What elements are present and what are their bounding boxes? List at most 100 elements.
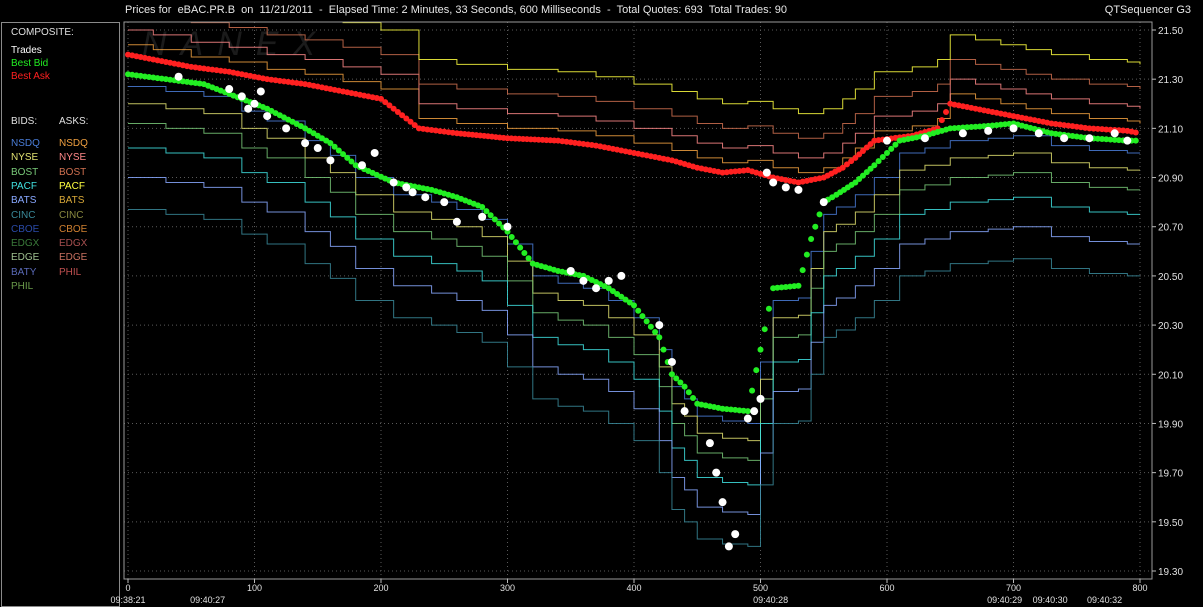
price-chart: NANEX 19.30 19.50 19.70 19.90 20.10 20.30 20.5… xyxy=(110,21,1183,605)
trade-point xyxy=(440,198,449,207)
x-tick-label: 100 xyxy=(247,583,262,593)
bid-point xyxy=(681,383,688,390)
x-tick-label: 0 xyxy=(125,583,130,593)
trade-point xyxy=(1009,124,1018,133)
trade-point xyxy=(579,276,588,285)
y-tick-label: 21.10 xyxy=(1158,124,1183,135)
series-best-bid xyxy=(125,71,1139,415)
bid-point xyxy=(508,233,515,240)
trade-point xyxy=(282,124,291,133)
x-tick-label: 600 xyxy=(879,583,894,593)
y-tick-label: 21.50 xyxy=(1158,26,1183,37)
trade-point xyxy=(1034,129,1043,138)
series-best-ask xyxy=(125,51,1139,186)
bid-point xyxy=(690,395,697,402)
y-tick-label: 19.50 xyxy=(1158,518,1183,529)
x-time-label: 09:38:21 xyxy=(110,595,145,605)
trade-point xyxy=(750,407,759,416)
trade-point xyxy=(718,498,727,507)
trade-point xyxy=(263,112,272,121)
trade-point xyxy=(781,183,790,192)
x-tick-label: 800 xyxy=(1132,583,1147,593)
trade-point xyxy=(705,439,714,448)
y-tick-label: 21.30 xyxy=(1158,75,1183,86)
trade-point xyxy=(655,321,664,330)
trade-point xyxy=(301,139,310,148)
bid-point xyxy=(656,334,663,341)
ask-point xyxy=(943,108,950,115)
bid-quote-line xyxy=(128,122,1140,461)
trade-point xyxy=(313,144,322,153)
trade-point xyxy=(1060,134,1069,143)
bid-point xyxy=(753,367,760,374)
trade-point xyxy=(769,178,778,187)
bid-point xyxy=(635,307,642,314)
trade-point xyxy=(402,183,411,192)
bid-point xyxy=(808,236,815,243)
bid-point xyxy=(647,323,654,330)
bid-point xyxy=(757,346,764,353)
bid-point xyxy=(631,302,637,309)
series-trades xyxy=(174,72,1132,551)
bid-point xyxy=(1132,137,1139,144)
trade-point xyxy=(503,222,512,231)
bid-point xyxy=(816,211,823,218)
y-axis: 19.30 19.50 19.70 19.90 20.10 20.30 20.50 20.70… xyxy=(1152,26,1183,578)
trade-point xyxy=(358,161,367,170)
trade-point xyxy=(237,92,246,101)
ask-point xyxy=(1132,129,1139,136)
trade-point xyxy=(225,85,234,94)
x-tick-label: 200 xyxy=(373,583,388,593)
grid xyxy=(124,22,1152,579)
watermark: NANEX xyxy=(142,25,329,63)
x-tick-label: 500 xyxy=(753,583,768,593)
bid-point xyxy=(643,318,650,325)
trade-point xyxy=(326,156,335,165)
x-tick-label: 300 xyxy=(500,583,515,593)
bid-point xyxy=(799,267,806,274)
y-tick-label: 20.50 xyxy=(1158,272,1183,283)
trade-point xyxy=(794,185,803,194)
bid-point xyxy=(652,329,659,336)
trade-point xyxy=(256,87,265,96)
y-tick-label: 20.30 xyxy=(1158,321,1183,332)
trade-point xyxy=(566,266,575,275)
x-time-label: 09:40:28 xyxy=(753,595,788,605)
bid-point xyxy=(812,223,819,230)
y-tick-label: 20.90 xyxy=(1158,174,1183,185)
trade-point xyxy=(920,134,929,143)
trade-point xyxy=(756,394,765,403)
trade-point xyxy=(408,188,417,197)
trade-point xyxy=(421,193,430,202)
trade-point xyxy=(984,126,993,135)
trade-point xyxy=(250,99,259,108)
bid-point xyxy=(795,282,802,289)
x-time-label: 09:40:30 xyxy=(1033,595,1068,605)
x-time-label: 09:40:27 xyxy=(190,595,225,605)
trade-point xyxy=(1110,129,1119,138)
trade-point xyxy=(244,104,253,113)
trade-point xyxy=(743,414,752,423)
bid-point xyxy=(512,239,519,246)
trade-point xyxy=(452,217,461,226)
trade-point xyxy=(592,284,601,293)
trade-point xyxy=(667,357,676,366)
series-layer xyxy=(125,51,1139,551)
x-time-label: 09:40:32 xyxy=(1087,595,1122,605)
bid-point xyxy=(521,249,528,256)
trade-point xyxy=(174,72,183,81)
trade-point xyxy=(958,129,967,138)
bid-point xyxy=(517,244,524,251)
y-tick-label: 19.90 xyxy=(1158,419,1183,430)
trade-point xyxy=(1085,134,1094,143)
trade-point xyxy=(617,271,626,280)
bid-point xyxy=(765,305,772,312)
bid-point xyxy=(685,389,692,396)
plot-frame xyxy=(123,21,1153,580)
bid-point xyxy=(525,255,532,262)
y-tick-label: 19.30 xyxy=(1158,567,1183,578)
trade-point xyxy=(762,168,771,177)
trade-point xyxy=(604,276,613,285)
bid-point xyxy=(761,326,768,333)
ask-point xyxy=(938,117,945,124)
